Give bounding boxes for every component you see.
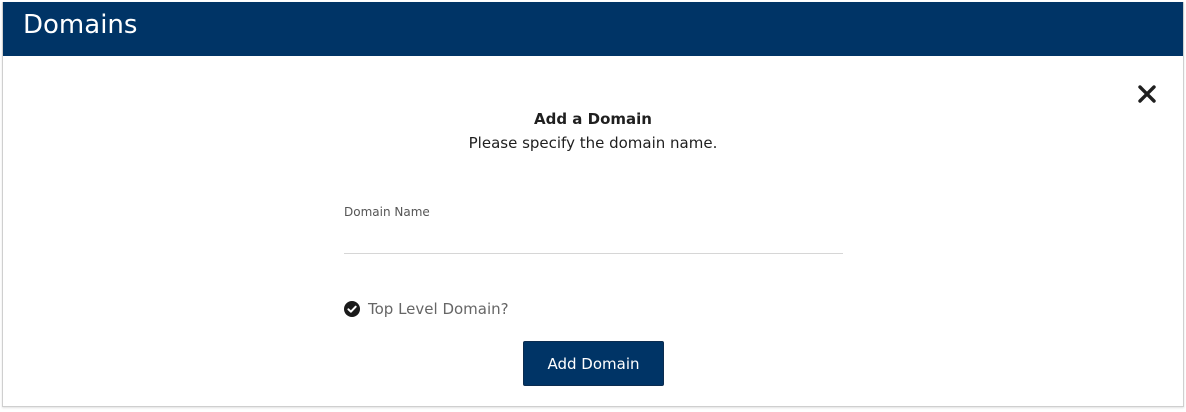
page-title: Domains [23,10,138,40]
domain-name-label: Domain Name [344,205,430,219]
domain-name-input[interactable] [344,225,843,254]
close-button[interactable] [1135,82,1159,106]
check-circle-icon [344,301,360,317]
domains-panel: Domains Add a Domain Please specify the … [2,2,1184,407]
top-level-domain-checkbox[interactable]: Top Level Domain? [344,299,509,319]
top-level-domain-label: Top Level Domain? [368,300,509,318]
domain-name-field: Domain Name [344,205,843,254]
dialog-title: Add a Domain [534,110,652,128]
page-header: Domains [3,2,1183,56]
add-domain-button[interactable]: Add Domain [523,341,664,386]
dialog-subtitle: Please specify the domain name. [468,134,718,152]
close-icon [1135,82,1159,106]
